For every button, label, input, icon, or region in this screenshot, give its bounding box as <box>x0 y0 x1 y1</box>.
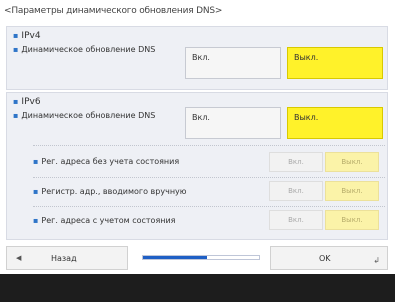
stateless-on-button[interactable]: Вкл. <box>269 152 323 172</box>
ipv6-dns-update-label: ▪ Динамическое обновление DNS <box>13 111 156 120</box>
back-button[interactable]: ◀ Назад <box>6 246 128 270</box>
ipv6-heading: ▪ IPv6 <box>13 97 41 107</box>
bullet-icon: ▪ <box>33 187 39 196</box>
stateful-on-button[interactable]: Вкл. <box>269 210 323 230</box>
ipv4-label: IPv4 <box>21 31 41 41</box>
ok-label: OK <box>319 254 331 263</box>
ipv6-off-button[interactable]: Выкл. <box>287 107 383 139</box>
ipv4-on-button[interactable]: Вкл. <box>185 47 281 79</box>
manual-registration-label: ▪ Регистр. адр., вводимого вручную <box>33 187 187 196</box>
ipv4-dns-update-label: ▪ Динамическое обновление DNS <box>13 45 156 54</box>
ipv6-label: IPv6 <box>21 97 41 107</box>
bullet-icon: ▪ <box>33 157 39 166</box>
bullet-icon: ▪ <box>13 111 19 120</box>
ipv4-section: ▪ IPv4 ▪ Динамическое обновление DNS Вкл. … <box>6 26 388 90</box>
bullet-icon: ▪ <box>13 45 19 54</box>
stateless-registration-label: ▪ Рег. адреса без учета состояния <box>33 157 180 166</box>
stateless-off-button[interactable]: Выкл. <box>325 152 379 172</box>
ipv4-off-button[interactable]: Выкл. <box>287 47 383 79</box>
ok-button[interactable]: OK ↲ <box>270 246 388 270</box>
manual-on-button[interactable]: Вкл. <box>269 181 323 201</box>
ipv4-heading: ▪ IPv4 <box>13 31 41 41</box>
enter-icon: ↲ <box>373 256 380 265</box>
left-arrow-icon: ◀ <box>16 254 22 262</box>
manual-off-button[interactable]: Выкл. <box>325 181 379 201</box>
stateful-off-button[interactable]: Выкл. <box>325 210 379 230</box>
ipv6-section: ▪ IPv6 ▪ Динамическое обновление DNS Вкл. … <box>6 92 388 240</box>
divider <box>33 206 385 207</box>
progress-fill <box>143 256 207 259</box>
status-footer <box>0 274 395 302</box>
ipv6-on-button[interactable]: Вкл. <box>185 107 281 139</box>
divider <box>33 177 385 178</box>
bullet-icon: ▪ <box>13 97 19 106</box>
bullet-icon: ▪ <box>13 31 19 40</box>
progress-bar <box>142 255 260 260</box>
dialog-title: <Параметры динамического обновления DNS> <box>4 6 223 16</box>
bullet-icon: ▪ <box>33 216 39 225</box>
stateful-registration-label: ▪ Рег. адреса с учетом состояния <box>33 216 176 225</box>
back-label: Назад <box>51 254 77 263</box>
divider <box>33 145 385 146</box>
